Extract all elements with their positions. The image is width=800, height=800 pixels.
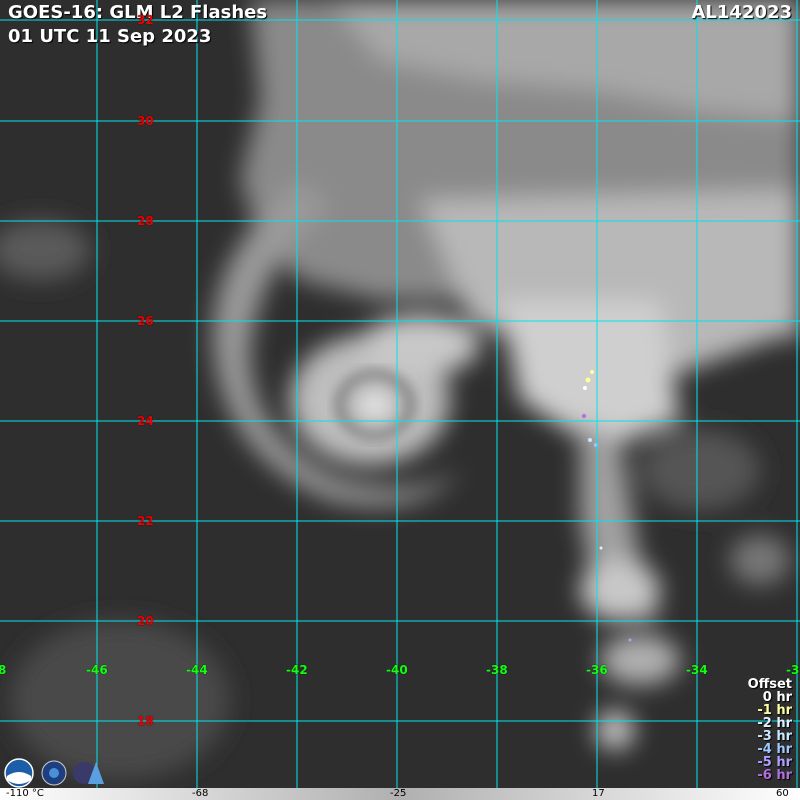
lat-label: 30 (137, 114, 154, 128)
noaa-logo-icon (4, 758, 34, 788)
offset-legend: Offset 0 hr -1 hr -2 hr -3 hr -4 hr -5 hr -6 h… (748, 678, 792, 782)
lon-label: -34 (686, 663, 708, 677)
lat-label: 18 (137, 714, 154, 728)
satellite-image-view: GOES-16: GLM L2 Flashes 01 UTC 11 Sep 20… (0, 0, 800, 800)
lon-label: -3 (786, 663, 800, 677)
lat-label: 28 (137, 214, 154, 228)
lat-label: 32 (137, 13, 154, 27)
timestamp: 01 UTC 11 Sep 2023 (8, 26, 212, 47)
colorbar-label: 17 (592, 788, 605, 799)
satellite-imagery (0, 0, 800, 800)
cira-logo-icon (73, 762, 104, 784)
lon-label: -44 (186, 663, 208, 677)
lon-label: -46 (86, 663, 108, 677)
storm-id: AL142023 (691, 2, 792, 23)
lon-label: -36 (586, 663, 608, 677)
lon-label: -40 (386, 663, 408, 677)
colorbar-label: 60 (776, 788, 789, 799)
lon-label: -42 (286, 663, 308, 677)
lat-label: 24 (137, 414, 154, 428)
agency-logos (4, 758, 114, 792)
colorbar-label: -110 °C (6, 788, 44, 799)
legend-item: -6 hr (757, 768, 792, 783)
lat-label: 22 (137, 514, 154, 528)
lon-label: -38 (486, 663, 508, 677)
lon-label: 8 (0, 663, 7, 677)
nesdis-logo-icon (41, 760, 67, 786)
colorbar-label: -68 (192, 788, 209, 799)
colorbar-label: -25 (390, 788, 407, 799)
lat-label: 26 (137, 314, 154, 328)
lat-label: 20 (137, 614, 154, 628)
